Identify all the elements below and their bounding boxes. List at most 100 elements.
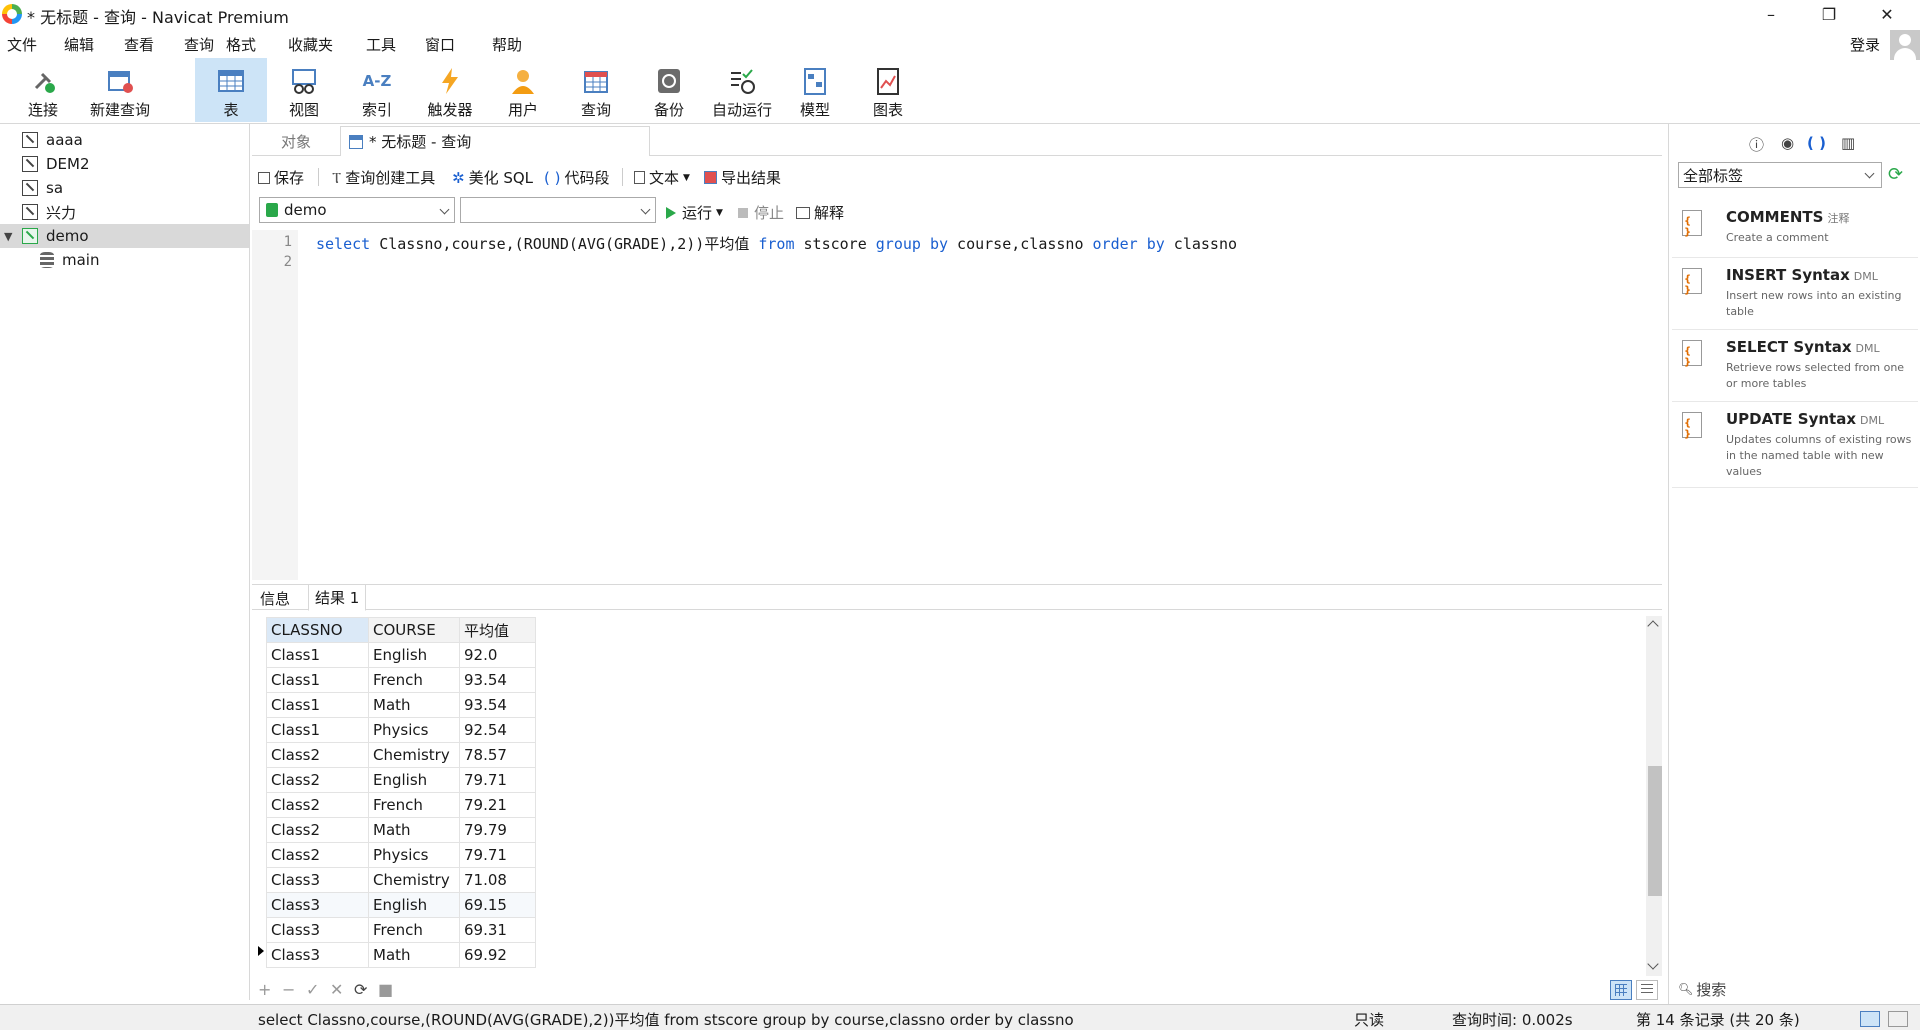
tree-item-dem2[interactable]: DEM2 xyxy=(0,152,249,176)
menu-view[interactable]: 查看 xyxy=(124,34,154,55)
table-cell[interactable]: 69.31 xyxy=(459,917,536,943)
table-cell[interactable]: Class3 xyxy=(266,942,369,968)
toolbar-query-button[interactable]: 查询 xyxy=(560,58,632,122)
table-cell[interactable]: French xyxy=(368,917,460,943)
add-record-button[interactable]: + xyxy=(258,980,271,999)
apply-changes-button[interactable]: ✓ xyxy=(306,980,319,999)
refresh-button[interactable]: ⟳ xyxy=(354,980,367,999)
table-cell[interactable]: Class3 xyxy=(266,867,369,893)
toolbar-model-button[interactable]: 模型 xyxy=(779,58,851,122)
table-cell[interactable]: Math xyxy=(368,942,460,968)
table-cell[interactable]: 79.71 xyxy=(459,842,536,868)
beautify-sql-button[interactable]: ✲ 美化 SQL xyxy=(452,167,533,188)
table-cell[interactable]: 92.54 xyxy=(459,717,536,743)
toolbar-index-button[interactable]: A-Z 索引 xyxy=(341,58,413,122)
table-cell[interactable]: Class1 xyxy=(266,717,369,743)
run-button[interactable]: 运行 ▼ xyxy=(666,202,723,223)
sql-editor[interactable]: 1 2 select Classno,course,(ROUND(AVG(GRA… xyxy=(252,230,1662,580)
table-cell[interactable]: Class2 xyxy=(266,792,369,818)
table-cell[interactable]: English xyxy=(368,642,460,668)
table-cell[interactable]: 93.54 xyxy=(459,692,536,718)
stop-button[interactable]: 停止 xyxy=(738,202,784,223)
menu-favorites[interactable]: 收藏夹 xyxy=(288,34,333,55)
table-cell[interactable]: Math xyxy=(368,692,460,718)
table-row[interactable]: Class1 Physics 92.54 xyxy=(266,717,536,743)
column-header-classno[interactable]: CLASSNO xyxy=(266,617,369,643)
table-cell[interactable]: 79.79 xyxy=(459,817,536,843)
login-link[interactable]: 登录 xyxy=(1850,34,1880,55)
table-cell[interactable]: French xyxy=(368,792,460,818)
table-cell[interactable]: Chemistry xyxy=(368,867,460,893)
tag-filter-select[interactable]: 全部标签 xyxy=(1678,162,1882,188)
menu-query[interactable]: 查询 xyxy=(184,34,214,55)
toolbar-new-query-button[interactable]: 新建查询 xyxy=(84,58,156,122)
tree-item-xingli[interactable]: 兴力 xyxy=(0,200,249,224)
table-cell[interactable]: English xyxy=(368,767,460,793)
scroll-down-icon[interactable] xyxy=(1647,958,1659,970)
snippet-item[interactable]: INSERT SyntaxDML Insert new rows into an… xyxy=(1672,258,1918,330)
table-row[interactable]: Class3 Math 69.92 xyxy=(266,942,536,968)
tree-item-demo[interactable]: ▼ demo xyxy=(0,224,249,248)
table-row[interactable]: Class2 Chemistry 78.57 xyxy=(266,742,536,768)
table-row[interactable]: Class1 English 92.0 xyxy=(266,642,536,668)
table-cell[interactable]: Class1 xyxy=(266,692,369,718)
minimize-button[interactable]: – xyxy=(1742,0,1800,28)
table-cell[interactable]: Chemistry xyxy=(368,742,460,768)
connection-select[interactable]: demo xyxy=(259,197,455,223)
menu-format[interactable]: 格式 xyxy=(226,34,256,55)
table-cell[interactable]: Class3 xyxy=(266,917,369,943)
table-row[interactable]: Class3 Chemistry 71.08 xyxy=(266,867,536,893)
toolbar-user-button[interactable]: 用户 xyxy=(487,58,559,122)
close-button[interactable]: ✕ xyxy=(1858,0,1916,28)
table-cell[interactable]: French xyxy=(368,667,460,693)
table-cell[interactable]: 78.57 xyxy=(459,742,536,768)
info-icon[interactable]: ⓘ xyxy=(1749,134,1764,155)
table-cell[interactable]: 92.0 xyxy=(459,642,536,668)
grid-view-button[interactable] xyxy=(1610,980,1632,1000)
table-cell[interactable]: Physics xyxy=(368,842,460,868)
maximize-button[interactable]: ❐ xyxy=(1800,0,1858,28)
stop-loading-button[interactable]: ■ xyxy=(378,980,393,999)
tree-item-aaaa[interactable]: aaaa xyxy=(0,128,249,152)
database-select[interactable] xyxy=(460,197,656,223)
table-row[interactable]: Class1 Math 93.54 xyxy=(266,692,536,718)
snippet-item[interactable]: COMMENTS注释 Create a comment xyxy=(1672,200,1918,258)
scrollbar-thumb[interactable] xyxy=(1648,766,1662,896)
column-header-course[interactable]: COURSE xyxy=(368,617,460,643)
table-cell[interactable]: 69.15 xyxy=(459,892,536,918)
table-cell[interactable]: Class2 xyxy=(266,767,369,793)
menu-file[interactable]: 文件 xyxy=(7,34,37,55)
chevron-down-icon[interactable]: ▼ xyxy=(4,230,22,243)
table-row[interactable]: Class2 Math 79.79 xyxy=(266,817,536,843)
table-cell[interactable]: 71.08 xyxy=(459,867,536,893)
table-cell[interactable]: 93.54 xyxy=(459,667,536,693)
toolbar-automation-button[interactable]: 自动运行 xyxy=(706,58,778,122)
text-mode-button[interactable]: 文本 ▼ xyxy=(634,167,690,188)
table-cell[interactable]: English xyxy=(368,892,460,918)
explain-button[interactable]: 解释 xyxy=(796,202,844,223)
toolbar-view-button[interactable]: 视图 xyxy=(268,58,340,122)
scroll-up-icon[interactable] xyxy=(1647,620,1659,632)
toolbar-connect-button[interactable]: 连接 xyxy=(8,58,78,122)
tab-objects[interactable]: 对象 xyxy=(252,126,340,156)
refresh-snippets-icon[interactable]: ⟳ xyxy=(1888,164,1910,186)
toolbar-trigger-button[interactable]: 触发器 xyxy=(414,58,486,122)
table-cell[interactable]: Class1 xyxy=(266,667,369,693)
menu-tools[interactable]: 工具 xyxy=(366,34,396,55)
delete-record-button[interactable]: − xyxy=(282,980,295,999)
tab-info[interactable]: 信息 xyxy=(254,585,296,611)
column-header-average[interactable]: 平均值 xyxy=(459,617,536,643)
tree-item-sa[interactable]: sa xyxy=(0,176,249,200)
table-cell[interactable]: Class3 xyxy=(266,892,369,918)
tree-item-main[interactable]: main xyxy=(0,248,249,272)
table-cell[interactable]: Class1 xyxy=(266,642,369,668)
query-builder-button[interactable]: Ⲧ 查询创建工具 xyxy=(332,167,435,188)
tab-query[interactable]: * 无标题 - 查询 xyxy=(340,126,650,156)
toolbar-backup-button[interactable]: 备份 xyxy=(633,58,705,122)
table-cell[interactable]: 79.21 xyxy=(459,792,536,818)
table-cell[interactable]: Class2 xyxy=(266,742,369,768)
table-row[interactable]: Class2 French 79.21 xyxy=(266,792,536,818)
table-row[interactable]: Class2 English 79.71 xyxy=(266,767,536,793)
snippet-item[interactable]: SELECT SyntaxDML Retrieve rows selected … xyxy=(1672,330,1918,402)
sql-code[interactable]: select Classno,course,(ROUND(AVG(GRADE),… xyxy=(316,233,1237,254)
